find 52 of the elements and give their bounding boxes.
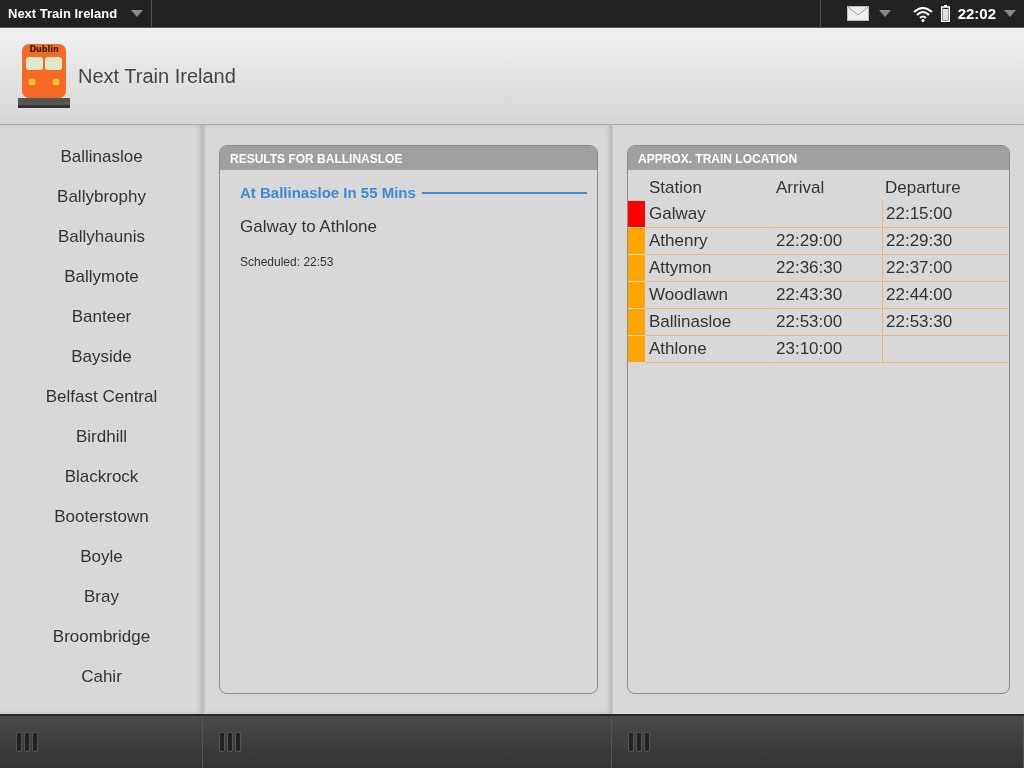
- drag-handle-icon[interactable]: [628, 732, 650, 752]
- station-list-item[interactable]: Bayside: [71, 337, 132, 377]
- table-cell: 22:44:00: [882, 282, 1009, 309]
- table-cell: 22:15:00: [882, 201, 1009, 228]
- dropdown-caret-icon[interactable]: [878, 10, 891, 17]
- table-cell: 22:29:30: [882, 228, 1009, 255]
- station-list-item[interactable]: Booterstown: [54, 497, 149, 537]
- station-list-item[interactable]: Belfast Central: [45, 377, 158, 417]
- drag-handle-icon[interactable]: [16, 732, 38, 752]
- station-list-item[interactable]: Blackrock: [64, 457, 139, 497]
- table-cell: 22:43:30: [773, 282, 881, 309]
- station-list-item[interactable]: Birdhill: [76, 417, 127, 457]
- table-cell: 22:53:30: [882, 309, 1009, 336]
- table-cell: 22:36:30: [773, 255, 881, 282]
- station-list-item[interactable]: Boyle: [80, 537, 123, 577]
- table-cell: 22:53:00: [773, 309, 881, 336]
- result-heading: At Ballinasloe In 55 Mins: [240, 184, 416, 201]
- mail-icon[interactable]: [846, 6, 869, 21]
- train-icon: [18, 44, 70, 108]
- app-menu-title[interactable]: Next Train Ireland: [8, 6, 118, 21]
- route-text: Galway to Athlone: [240, 217, 379, 237]
- station-list-item[interactable]: Ballyhaunis: [58, 217, 145, 257]
- column-header: Station: [648, 176, 703, 199]
- table-cell: Galway: [646, 201, 772, 228]
- station-list-item[interactable]: Ballybrophy: [57, 177, 146, 217]
- logo-text: Dublin: [28, 45, 60, 54]
- station-list-item[interactable]: Ballymote: [64, 257, 139, 297]
- dropdown-caret-icon[interactable]: [131, 10, 144, 17]
- scheduled-time: Scheduled: 22:53: [240, 255, 335, 269]
- station-list-item[interactable]: Ballinasloe: [60, 137, 143, 177]
- station-list-item[interactable]: Banteer: [71, 297, 132, 337]
- table-cell: Ballinasloe: [646, 309, 772, 336]
- station-list-item[interactable]: Broombridge: [52, 617, 151, 657]
- table-cell: 22:29:00: [773, 228, 881, 255]
- battery-icon: [940, 5, 950, 22]
- wifi-icon: [912, 5, 933, 22]
- clock: 22:02: [957, 5, 996, 22]
- station-list-item[interactable]: Bray: [84, 577, 119, 617]
- panel-header: RESULTS FOR BALLINASLOE: [220, 146, 597, 170]
- dropdown-caret-icon[interactable]: [1004, 10, 1016, 17]
- column-header: Departure: [884, 176, 962, 199]
- column-header: Arrival: [775, 176, 826, 199]
- table-cell: Woodlawn: [646, 282, 772, 309]
- panel-header: APPROX. TRAIN LOCATION: [628, 146, 1009, 170]
- app-title: Next Train Ireland: [78, 64, 236, 88]
- station-list-item[interactable]: Cahir: [81, 657, 122, 697]
- drag-handle-icon[interactable]: [219, 732, 241, 752]
- table-cell: Athlone: [646, 336, 772, 363]
- table-cell: Athenry: [646, 228, 772, 255]
- table-cell: Attymon: [646, 255, 772, 282]
- table-cell: 22:37:00: [882, 255, 1009, 282]
- table-cell: 23:10:00: [773, 336, 881, 363]
